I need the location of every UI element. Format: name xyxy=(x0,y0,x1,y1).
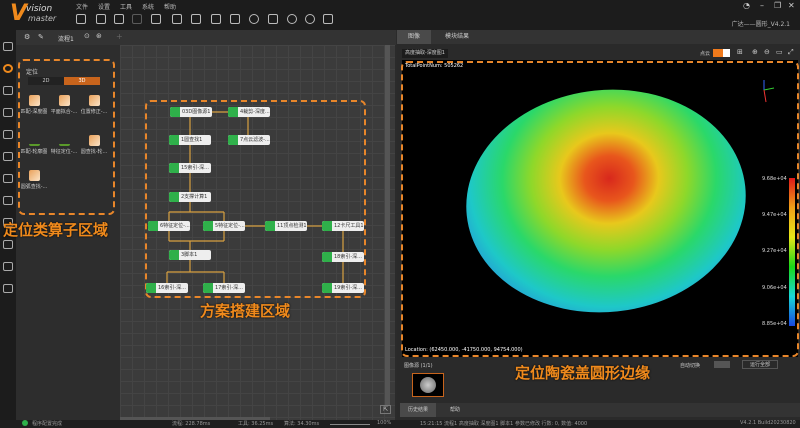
log-line: 15:21:15 流程1 高度抽取 深度图1 脚本1 参数已修改 行数: 0, … xyxy=(420,421,588,427)
flow-node[interactable]: 6特征定位-... xyxy=(148,221,190,231)
zoom-out-icon[interactable]: ⊖ xyxy=(764,48,770,56)
thumbnail-image xyxy=(420,377,436,393)
flow-node[interactable]: 7点云滤波-... xyxy=(228,135,270,145)
fullscreen-icon[interactable]: ⤢ xyxy=(788,48,794,57)
flow-node[interactable]: 2支撑计算1 xyxy=(169,192,211,202)
auto-switch-label: 自动切换 xyxy=(680,363,701,369)
status-ok-icon xyxy=(22,420,28,426)
version: V4.2.1 Build20230820 xyxy=(740,420,796,426)
flow-node[interactable]: 16索引-深... xyxy=(146,283,188,293)
canvas-annotation: 方案搭建区域 xyxy=(200,302,291,320)
thumbnail[interactable] xyxy=(412,373,444,397)
flow-node[interactable]: 15索引-深... xyxy=(169,163,211,173)
flow-node[interactable]: 03D图像源1 xyxy=(170,107,212,117)
status-text: 程序配置完成 xyxy=(32,421,63,427)
tab-image[interactable]: 图像 xyxy=(397,30,431,44)
flow-node[interactable]: 4裁剪-深度... xyxy=(228,107,270,117)
tab-help[interactable]: 帮助 xyxy=(440,403,470,417)
zoom-level: 100% xyxy=(377,420,392,426)
flow-node[interactable]: 11顶点检测1 xyxy=(265,221,307,231)
tab-module-result[interactable]: 模块结果 xyxy=(437,30,477,44)
flow-node[interactable]: 12卡尺工具1 xyxy=(322,221,364,231)
flow-node[interactable]: 17索引-深... xyxy=(203,283,245,293)
flow-node[interactable]: 18索引-深... xyxy=(322,252,364,262)
flow-time: 流程: 228.78ms xyxy=(172,421,211,427)
fit-icon[interactable]: ▭ xyxy=(776,48,783,56)
algo-time: 算法: 34.30ms xyxy=(284,421,320,427)
status-bar: 程序配置完成 流程: 228.78ms 工具: 36.25ms 算法: 34.3… xyxy=(0,420,800,428)
image-annotation: 定位陶瓷盖圆形边缘 xyxy=(515,364,651,382)
tab-history[interactable]: 历史结果 xyxy=(400,403,436,417)
run-all-button[interactable]: 运行全部 xyxy=(742,360,778,369)
color-toggle[interactable] xyxy=(713,49,730,57)
crosshair-icon[interactable]: ⊞ xyxy=(737,48,743,56)
tool-time: 工具: 36.25ms xyxy=(238,421,274,427)
zoom-in-icon[interactable]: ⊕ xyxy=(752,48,758,56)
flow-node[interactable]: 1圆查找1 xyxy=(169,135,211,145)
image-source-count: 图像源 (1/1) xyxy=(404,363,433,369)
image-highlight xyxy=(401,61,799,357)
zoom-slider[interactable] xyxy=(330,424,370,425)
image-source-select[interactable]: 高度抽取-深度图1 xyxy=(402,49,448,58)
flow-node[interactable]: 3脚本1 xyxy=(169,250,211,260)
flow-node[interactable]: 19索引-深... xyxy=(322,283,364,293)
flow-node[interactable]: 5特征定位-... xyxy=(203,221,245,231)
toolbox-annotation: 定位类算子区域 xyxy=(3,221,109,239)
auto-switch-toggle[interactable] xyxy=(714,361,730,368)
point-cloud-toggle-label: 点云 xyxy=(700,51,711,57)
